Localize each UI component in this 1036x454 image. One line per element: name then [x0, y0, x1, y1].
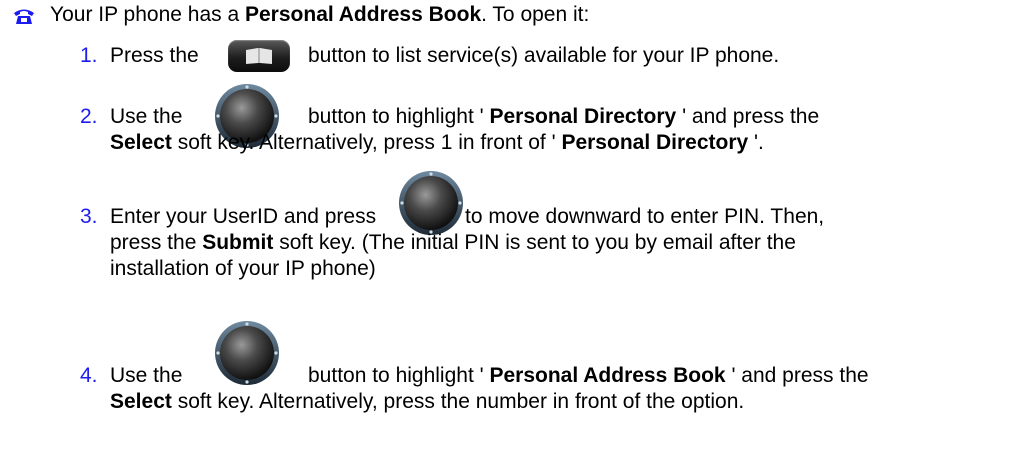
step-text: Enter your UserID and press [110, 205, 377, 228]
step-number: 1. [80, 44, 98, 67]
step-text: to move downward to enter PIN. Then, [465, 205, 825, 228]
step-number: 4. [80, 364, 98, 387]
step-text: button to list service(s) available for … [308, 44, 780, 67]
step-text: Use the [110, 364, 183, 387]
navigation-dial-icon [399, 171, 463, 235]
telephone-icon [14, 9, 34, 24]
directory-button [228, 40, 290, 72]
intro-text: Your IP phone has a Personal Address Boo… [50, 3, 590, 26]
step-text: button to highlight ' Personal Directory… [308, 105, 820, 128]
navigation-dial-icon [215, 321, 279, 385]
book-icon [246, 48, 272, 64]
step-text: Use the [110, 105, 183, 128]
step-text: button to highlight ' Personal Address B… [308, 364, 869, 387]
step-text: Press the [110, 44, 199, 67]
step-text: press the Submit soft key. (The initial … [110, 231, 796, 254]
step-number: 2. [80, 105, 98, 128]
step-text: Select soft key. Alternatively, press 1 … [110, 131, 764, 154]
step-text: Select soft key. Alternatively, press th… [110, 390, 745, 413]
step-text: installation of your IP phone) [110, 257, 376, 280]
step-number: 3. [80, 205, 98, 228]
